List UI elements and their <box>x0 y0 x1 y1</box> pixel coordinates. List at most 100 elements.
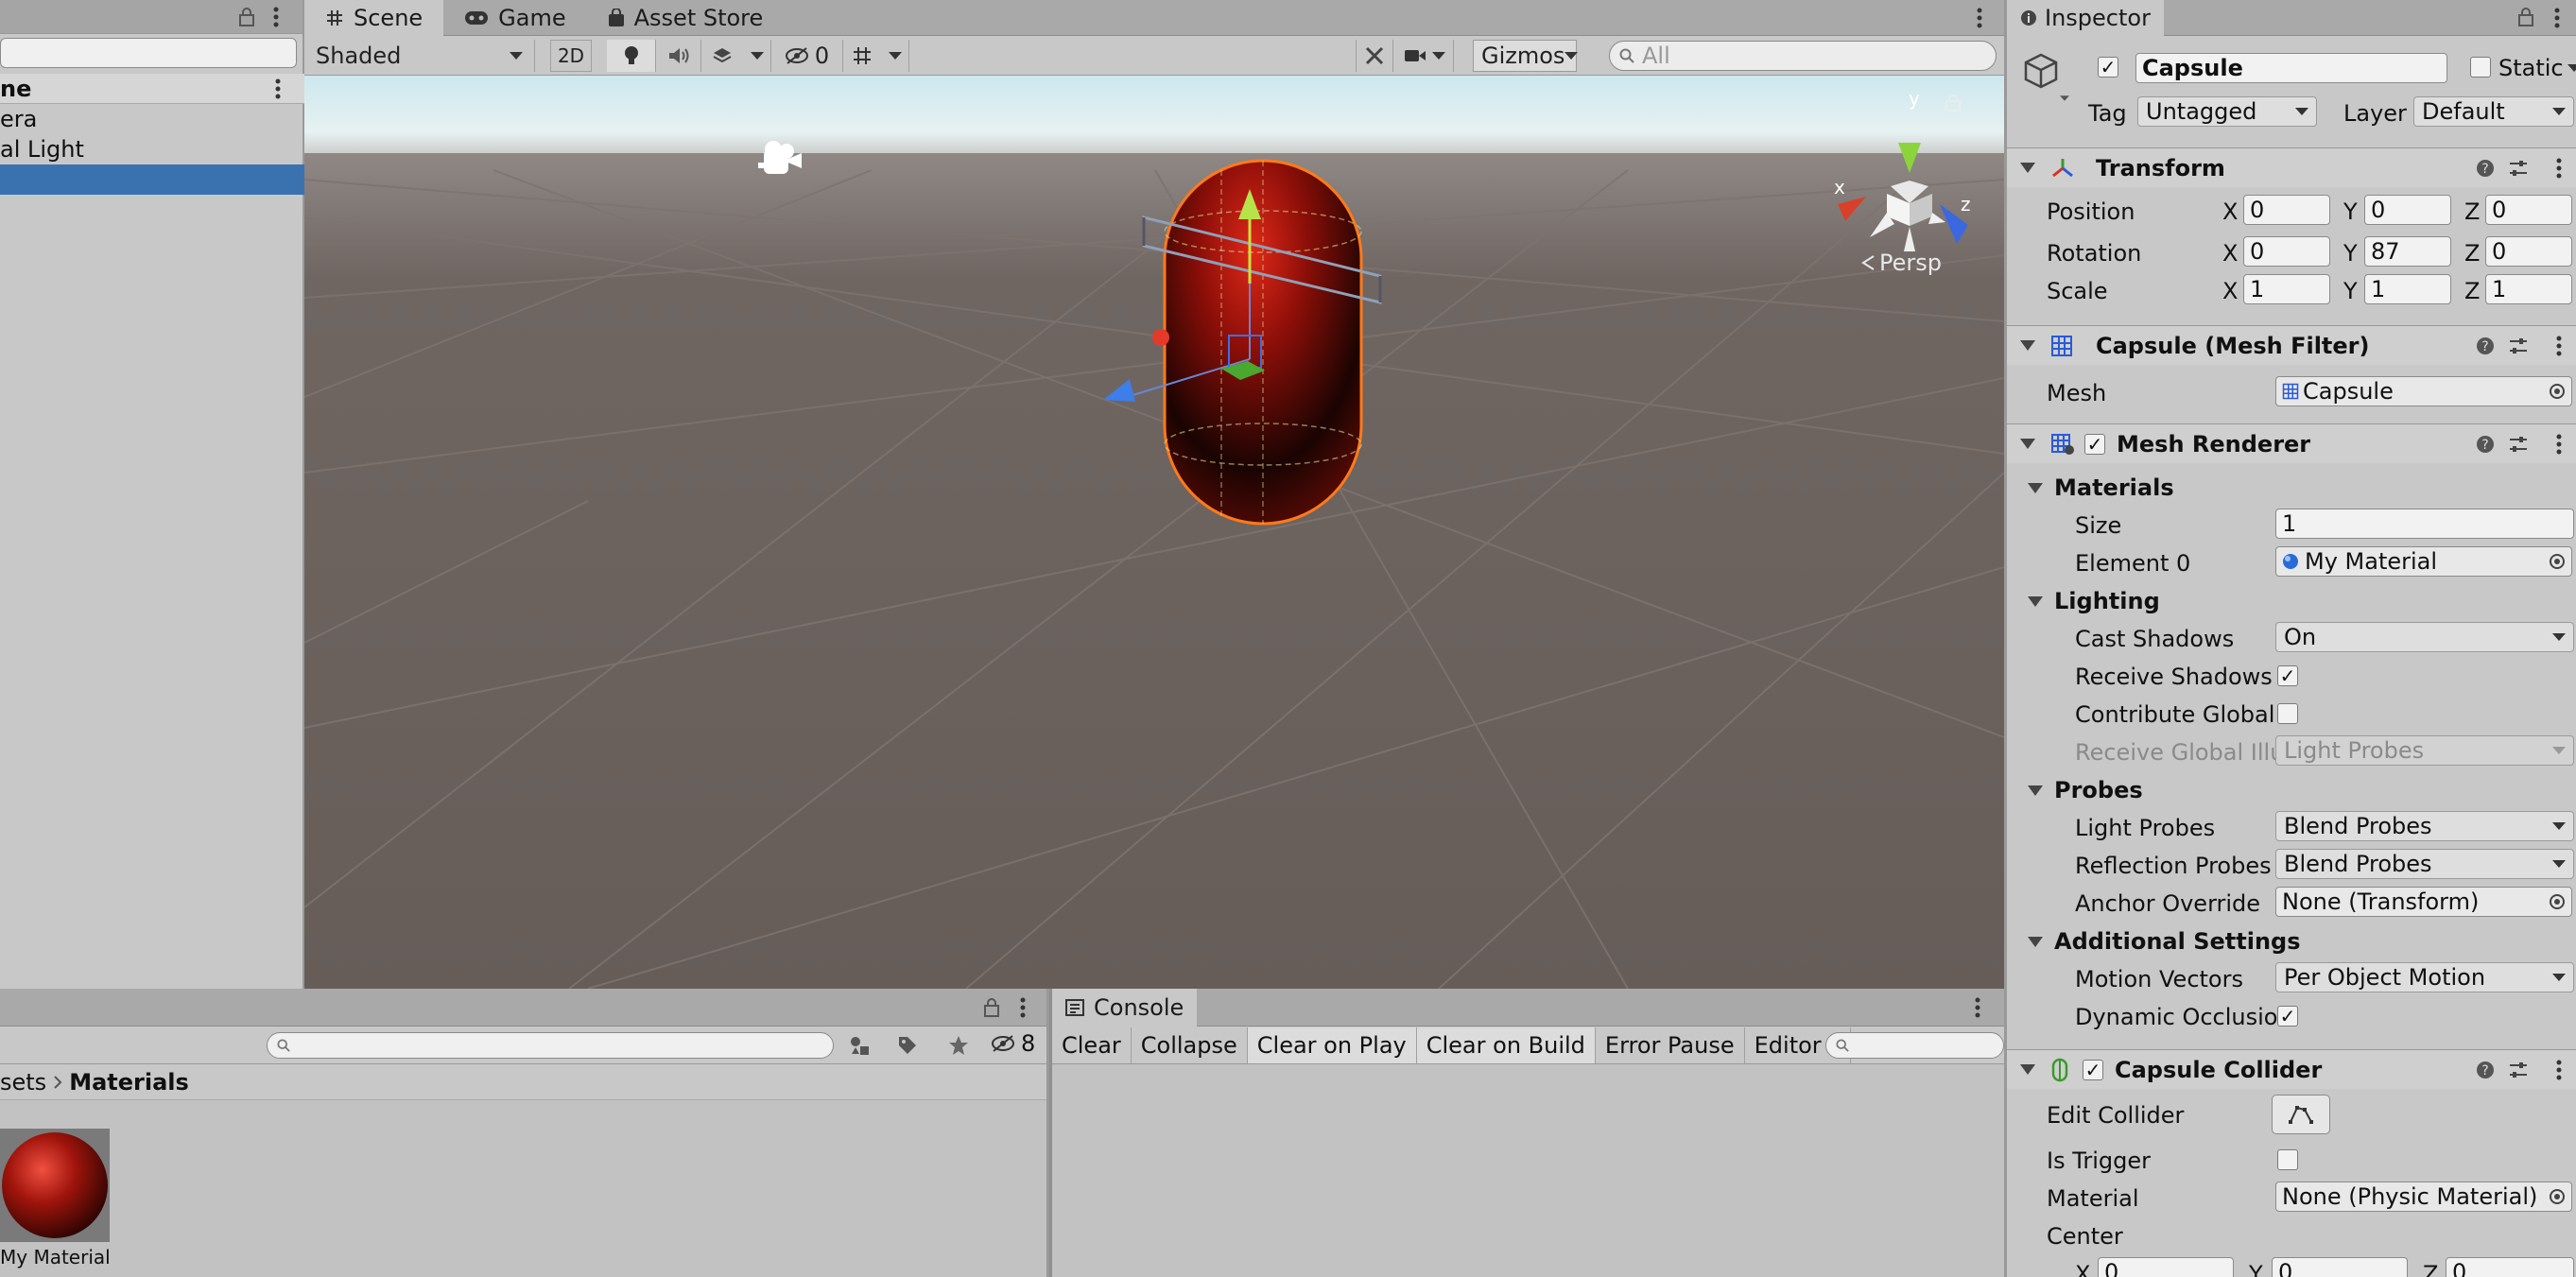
tab-game[interactable]: Game <box>443 0 586 36</box>
hierarchy-item-light[interactable]: al Light <box>0 134 304 164</box>
lighting-toggle-button[interactable] <box>607 39 656 72</box>
light-probes-dropdown[interactable]: Blend Probes <box>2275 811 2574 841</box>
kebab-menu-icon[interactable] <box>2555 433 2563 456</box>
tab-asset-store[interactable]: Asset Store <box>587 0 785 36</box>
scale-x-field[interactable]: 1 <box>2243 274 2330 304</box>
lock-icon[interactable] <box>2517 8 2534 26</box>
presets-icon[interactable] <box>2508 1061 2529 1079</box>
probes-foldout[interactable]: Probes <box>2028 777 2143 803</box>
object-name-field[interactable]: Capsule <box>2135 53 2447 83</box>
scene-viewport[interactable]: y x z Persp <box>304 76 2004 989</box>
scale-y-field[interactable]: 1 <box>2364 274 2451 304</box>
cast-shadows-dropdown[interactable]: On <box>2275 622 2574 652</box>
projection-toggle[interactable]: Persp <box>1860 250 1942 276</box>
grid-toggle-button[interactable] <box>843 40 881 72</box>
layer-dropdown[interactable]: Default <box>2413 96 2574 127</box>
kebab-menu-icon[interactable] <box>2555 157 2563 180</box>
help-icon[interactable]: ? <box>2476 337 2495 355</box>
presets-icon[interactable] <box>2508 337 2529 355</box>
hierarchy-search-input[interactable] <box>0 38 297 68</box>
materials-size-field[interactable]: 1 <box>2275 509 2574 539</box>
console-search-input[interactable] <box>1825 1032 2004 1059</box>
tab-console[interactable]: Console <box>1052 988 1198 1027</box>
clear-on-play-toggle[interactable]: Clear on Play <box>1247 1027 1417 1063</box>
kebab-menu-icon[interactable] <box>1974 996 1981 1019</box>
presets-icon[interactable] <box>2508 159 2529 178</box>
kebab-menu-icon[interactable] <box>1019 996 1027 1019</box>
lock-icon[interactable] <box>983 998 1000 1017</box>
lighting-foldout[interactable]: Lighting <box>2028 588 2160 614</box>
breadcrumb-item[interactable]: sets <box>0 1069 46 1096</box>
center-z-field[interactable]: 0 <box>2446 1257 2574 1277</box>
effects-toggle-button[interactable] <box>701 40 743 72</box>
lock-icon[interactable] <box>1945 95 1961 112</box>
materials-foldout[interactable]: Materials <box>2028 475 2174 501</box>
rotation-y-field[interactable]: 87 <box>2364 236 2451 267</box>
hidden-packages-button[interactable]: 8 <box>991 1030 1035 1057</box>
tag-dropdown[interactable]: Untagged <box>2137 96 2317 127</box>
capsule-collider-enabled-checkbox[interactable]: ✓ <box>2083 1059 2103 1080</box>
edit-collider-button[interactable] <box>2272 1095 2330 1134</box>
dynamic-occlusion-checkbox[interactable]: ✓ <box>2277 1006 2298 1027</box>
kebab-menu-icon[interactable] <box>1976 7 1983 29</box>
is-trigger-checkbox[interactable] <box>2277 1149 2298 1170</box>
scene-search-input[interactable]: All <box>1609 41 1997 71</box>
lock-icon[interactable] <box>238 8 255 26</box>
physic-material-field[interactable]: None (Physic Material) <box>2275 1182 2572 1212</box>
capsule-collider-header[interactable]: ✓ Capsule Collider ? <box>2007 1049 2576 1089</box>
object-picker-icon[interactable] <box>2549 383 2566 400</box>
static-checkbox[interactable] <box>2470 57 2491 78</box>
reflection-probes-dropdown[interactable]: Blend Probes <box>2275 849 2574 879</box>
help-icon[interactable]: ? <box>2476 159 2495 178</box>
mesh-filter-header[interactable]: Capsule (Mesh Filter) ? <box>2007 325 2576 365</box>
asset-item[interactable]: My Material <box>0 1129 112 1277</box>
position-z-field[interactable]: 0 <box>2485 195 2572 225</box>
help-icon[interactable]: ? <box>2476 435 2495 454</box>
grid-dropdown[interactable] <box>881 39 909 72</box>
tag-icon[interactable] <box>889 1027 926 1064</box>
gizmos-dropdown[interactable]: Gizmos <box>1473 39 1579 72</box>
mesh-renderer-header[interactable]: ✓ Mesh Renderer ? <box>2007 423 2576 463</box>
filter-by-type-icon[interactable] <box>841 1027 879 1064</box>
position-y-field[interactable]: 0 <box>2364 195 2451 225</box>
active-checkbox[interactable]: ✓ <box>2098 57 2118 78</box>
additional-settings-foldout[interactable]: Additional Settings <box>2028 928 2301 955</box>
hierarchy-item-capsule[interactable] <box>0 164 304 195</box>
object-picker-icon[interactable] <box>2549 1188 2566 1205</box>
contribute-gi-checkbox[interactable] <box>2277 703 2298 724</box>
static-dropdown[interactable]: Static <box>2498 55 2576 81</box>
clear-button[interactable]: Clear <box>1052 1027 1132 1063</box>
error-pause-toggle[interactable]: Error Pause <box>1596 1027 1745 1063</box>
rotation-x-field[interactable]: 0 <box>2243 236 2330 267</box>
help-icon[interactable]: ? <box>2476 1061 2495 1079</box>
transform-header[interactable]: Transform ? <box>2007 147 2576 187</box>
scale-z-field[interactable]: 1 <box>2485 274 2572 304</box>
star-icon[interactable] <box>940 1027 977 1064</box>
position-x-field[interactable]: 0 <box>2243 195 2330 225</box>
kebab-menu-icon[interactable] <box>2553 7 2561 29</box>
kebab-menu-icon[interactable] <box>2555 1059 2563 1081</box>
shading-mode-dropdown[interactable]: Shaded <box>304 39 535 72</box>
project-search-input[interactable] <box>267 1032 834 1059</box>
scene-header-row[interactable]: ne <box>0 74 304 104</box>
presets-icon[interactable] <box>2508 435 2529 454</box>
hierarchy-item-camera[interactable]: era <box>0 104 304 134</box>
anchor-override-field[interactable]: None (Transform) <box>2275 887 2572 917</box>
camera-settings-button[interactable] <box>1395 39 1454 72</box>
element0-object-field[interactable]: My Material <box>2275 546 2572 577</box>
mesh-object-field[interactable]: Capsule <box>2275 376 2572 406</box>
center-x-field[interactable]: 0 <box>2098 1257 2234 1277</box>
audio-toggle-button[interactable] <box>656 39 701 72</box>
tab-scene[interactable]: Scene <box>304 0 444 36</box>
rotation-z-field[interactable]: 0 <box>2485 236 2572 267</box>
scene-menu-icon[interactable] <box>274 78 282 100</box>
mesh-renderer-enabled-checkbox[interactable]: ✓ <box>2084 433 2105 455</box>
object-picker-icon[interactable] <box>2549 893 2566 910</box>
tools-button[interactable] <box>1356 39 1393 72</box>
chevron-down-icon[interactable] <box>2060 95 2069 101</box>
mode-2d-button[interactable]: 2D <box>550 39 592 72</box>
tab-inspector[interactable]: Inspector <box>2007 0 2164 36</box>
hidden-objects-button[interactable]: 0 <box>771 39 843 72</box>
collapse-button[interactable]: Collapse <box>1132 1027 1248 1063</box>
kebab-menu-icon[interactable] <box>2555 335 2563 357</box>
